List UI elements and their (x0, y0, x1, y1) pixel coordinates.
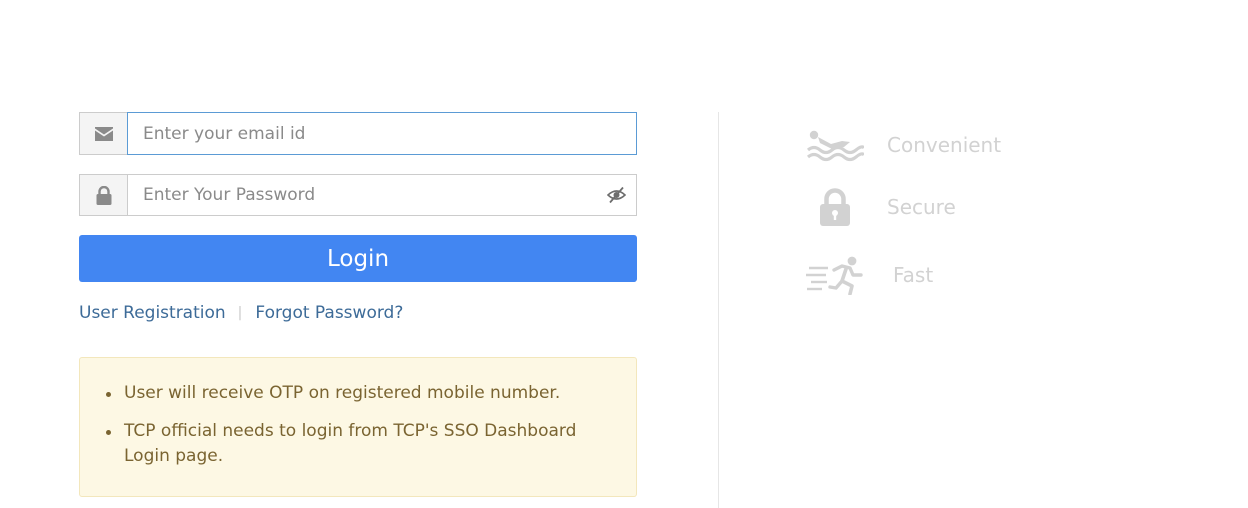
auth-links: User Registration | Forgot Password? (79, 302, 637, 324)
column-divider (718, 112, 719, 508)
notice-item: User will receive OTP on registered mobi… (104, 381, 616, 406)
link-separator: | (237, 305, 243, 321)
user-registration-link[interactable]: User Registration (79, 303, 226, 323)
email-field[interactable] (127, 112, 637, 155)
login-button[interactable]: Login (79, 235, 637, 282)
login-form: Login User Registration | Forgot Passwor… (79, 112, 637, 497)
otp-notice: User will receive OTP on registered mobi… (79, 357, 637, 497)
feature-label: Convenient (887, 133, 1002, 157)
padlock-icon (806, 187, 864, 227)
feature-fast: Fast (806, 255, 933, 295)
envelope-icon (79, 112, 127, 155)
password-field-wrap (127, 174, 637, 216)
password-field[interactable] (127, 174, 637, 216)
notice-item: TCP official needs to login from TCP's S… (104, 419, 616, 469)
eye-slash-icon[interactable] (606, 186, 627, 204)
notice-list: User will receive OTP on registered mobi… (104, 381, 616, 469)
lock-icon (79, 174, 127, 216)
feature-convenient: Convenient (806, 125, 1001, 165)
password-input-group (79, 174, 637, 216)
forgot-password-link[interactable]: Forgot Password? (255, 303, 403, 323)
login-page: Login User Registration | Forgot Passwor… (0, 0, 1248, 508)
swimmer-icon (806, 125, 864, 165)
email-field-wrap (127, 112, 637, 155)
feature-secure: Secure (806, 187, 956, 227)
feature-label: Fast (893, 263, 934, 287)
email-input-group (79, 112, 637, 155)
running-person-icon (806, 255, 864, 295)
feature-label: Secure (887, 195, 956, 219)
